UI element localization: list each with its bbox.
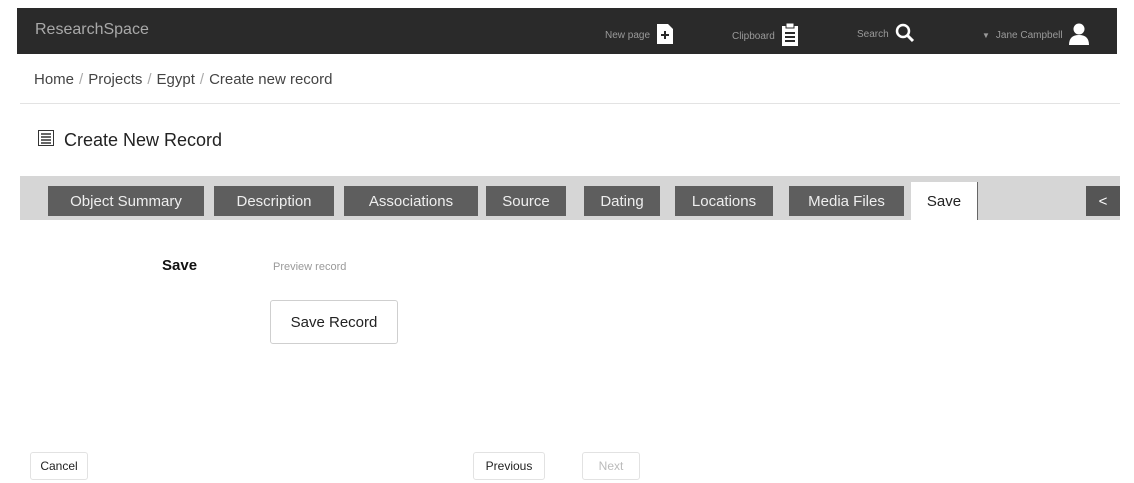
breadcrumb-separator: / <box>79 71 84 88</box>
user-menu[interactable]: ▼ Jane Campbell <box>982 23 1089 48</box>
breadcrumb-separator: / <box>199 71 205 88</box>
tab-description[interactable]: Description <box>214 186 334 216</box>
save-record-button[interactable]: Save Record <box>270 300 398 344</box>
search-icon <box>895 23 915 46</box>
next-button[interactable]: Next <box>582 452 640 480</box>
tab-locations[interactable]: Locations <box>675 186 773 216</box>
cancel-button[interactable]: Cancel <box>30 452 88 480</box>
tab-source[interactable]: Source <box>486 186 566 216</box>
clipboard-label: Clipboard <box>732 31 775 42</box>
top-navbar: ResearchSpace New page Clipboard Search … <box>17 8 1117 54</box>
breadcrumb-current: Create new record <box>209 71 333 88</box>
page-title: Create New Record <box>38 130 222 151</box>
clipboard-link[interactable]: Clipboard <box>732 22 799 50</box>
new-page-icon <box>656 23 674 48</box>
search-link[interactable]: Search <box>857 23 915 46</box>
breadcrumb: Home / Projects / Egypt / Create new record <box>34 71 332 88</box>
breadcrumb-home[interactable]: Home <box>34 71 74 88</box>
new-page-link[interactable]: New page <box>605 23 674 48</box>
app-brand[interactable]: ResearchSpace <box>35 21 149 39</box>
new-page-label: New page <box>605 30 651 41</box>
list-icon <box>38 130 54 151</box>
previous-button[interactable]: Previous <box>473 452 545 480</box>
tab-save[interactable]: Save <box>911 182 978 220</box>
save-section-label: Save <box>162 257 198 274</box>
breadcrumb-projects[interactable]: Projects <box>88 71 142 88</box>
record-tabs: Object Summary Description Associations … <box>20 176 1120 220</box>
page-title-text: Create New Record <box>64 130 223 150</box>
tab-associations[interactable]: Associations <box>344 186 478 216</box>
divider <box>20 103 1120 104</box>
tab-media-files[interactable]: Media Files <box>789 186 904 216</box>
user-name: Jane Campbell <box>995 30 1063 41</box>
clipboard-icon <box>781 22 799 50</box>
breadcrumb-egypt[interactable]: Egypt <box>157 71 195 88</box>
search-label: Search <box>857 29 889 40</box>
chevron-down-icon: ▼ <box>982 31 990 40</box>
user-icon <box>1068 23 1089 48</box>
tab-scroll-left-button[interactable]: < <box>1086 186 1120 216</box>
preview-record-link[interactable]: Preview record <box>273 261 346 273</box>
tab-object-summary[interactable]: Object Summary <box>48 186 204 216</box>
breadcrumb-separator: / <box>147 71 152 88</box>
tab-dating[interactable]: Dating <box>584 186 660 216</box>
